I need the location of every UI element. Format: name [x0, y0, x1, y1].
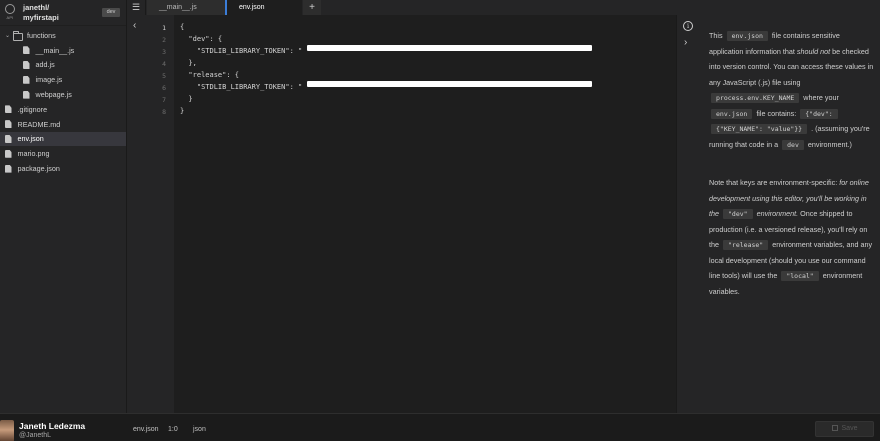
project-user-path: janethl/ — [23, 3, 50, 12]
tree-item-label: image.js — [35, 75, 63, 85]
info-panel: This env.json file contains sensitive ap… — [697, 15, 880, 413]
tree-item-label: webpage.js — [35, 90, 72, 100]
code-chip: dev — [782, 139, 804, 150]
line-number: 6 — [162, 84, 166, 92]
tree-item[interactable]: webpage.js — [0, 87, 126, 102]
bottom-bar: Janeth Ledezma @JanethL env.json 1:0 jso… — [0, 413, 880, 441]
line-number: 8 — [162, 108, 166, 116]
code-chip: {"dev": — [800, 108, 838, 119]
tree-item[interactable]: env.json — [0, 131, 126, 147]
info-paragraph-environments: Note that keys are environment-specific:… — [709, 178, 873, 296]
save-button[interactable]: Save — [815, 421, 874, 437]
file-icon — [23, 60, 30, 69]
status-file: env.json — [133, 426, 159, 433]
file-tree: ⌄ functions __main__.js add.js image.js webpa… — [0, 26, 126, 176]
code-chip: env.json — [711, 108, 753, 119]
tree-item[interactable]: .gitignore — [0, 102, 126, 117]
code-chip: {"KEY_NAME": "value"}} — [711, 124, 808, 134]
api-logo-text: API — [6, 15, 14, 20]
chevron-left-icon[interactable]: ‹ — [133, 20, 136, 31]
file-icon — [5, 164, 12, 173]
code-line: "dev": { — [180, 35, 223, 43]
project-title[interactable]: janethl/ myfirstapi — [23, 3, 59, 23]
status-language[interactable]: json — [193, 426, 206, 433]
tree-item[interactable]: image.js — [0, 72, 126, 87]
file-icon — [23, 90, 30, 99]
tree-item[interactable]: ⌄ functions — [0, 28, 126, 43]
tree-item[interactable]: README.md — [0, 117, 126, 132]
tree-item-label: README.md — [17, 119, 61, 129]
sidebar-header: API janethl/ myfirstapi dev — [0, 0, 126, 26]
tree-item[interactable]: add.js — [0, 58, 126, 73]
tab-strip: ☰ __main__.js env.json + — [127, 0, 880, 15]
code-chip: process.env.KEY_NAME — [711, 93, 800, 103]
project-name: myfirstapi — [23, 13, 59, 22]
tree-item[interactable]: package.json — [0, 161, 126, 176]
code-line: "STDLIB_LIBRARY_TOKEN": " — [180, 83, 303, 91]
line-number-gutter: 1 2 3 4 5 6 7 8 — [146, 15, 174, 413]
chevron-down-icon[interactable]: ⌄ — [5, 32, 10, 39]
tree-item-label: .gitignore — [17, 104, 48, 114]
tree-item-label: mario.png — [17, 149, 50, 159]
code-line: }, — [180, 59, 197, 67]
file-icon — [5, 120, 12, 129]
user-handle: @JanethL — [19, 432, 52, 439]
user-name[interactable]: Janeth Ledezma — [19, 421, 85, 431]
tree-item-label: package.json — [17, 164, 60, 174]
line-number: 5 — [162, 72, 166, 80]
code-chip: "local" — [781, 271, 819, 281]
tree-item-label: __main__.js — [35, 45, 75, 55]
code-chip: "dev" — [723, 209, 753, 219]
tree-item-label: add.js — [35, 60, 55, 70]
tree-item-label: functions — [27, 30, 56, 40]
redacted-dev-token — [307, 45, 592, 51]
line-number: 4 — [162, 60, 166, 68]
code-line: { — [180, 23, 185, 31]
line-number: 3 — [162, 48, 166, 56]
file-list-toggle-icon[interactable]: ☰ — [127, 0, 146, 15]
info-icon[interactable]: i — [683, 21, 693, 31]
line-number: 2 — [162, 36, 166, 44]
chevron-right-icon[interactable]: › — [684, 37, 687, 48]
line-number: 1 — [162, 24, 166, 32]
tab-env-json[interactable]: env.json — [225, 0, 302, 15]
code-editor[interactable]: 1 2 3 4 5 6 7 8 { "dev": { "STDLIB_LIBRARY_TOKE… — [146, 15, 676, 413]
code-line: "release": { — [180, 71, 240, 79]
info-paragraph-env: This env.json file contains sensitive ap… — [709, 31, 874, 150]
tree-item-label: env.json — [17, 134, 44, 144]
code-line: "STDLIB_LIBRARY_TOKEN": " — [180, 47, 303, 55]
avatar[interactable] — [0, 420, 14, 441]
project-sidebar: API janethl/ myfirstapi dev ⌄ functions __… — [0, 0, 127, 413]
tab-main-js[interactable]: __main__.js — [147, 0, 225, 15]
environment-badge[interactable]: dev — [102, 8, 120, 17]
code-line: } — [180, 107, 185, 115]
tree-item[interactable]: __main__.js — [0, 43, 126, 58]
save-label: Save — [841, 425, 858, 432]
file-icon — [23, 75, 30, 84]
file-icon — [5, 134, 12, 143]
redacted-release-token — [307, 81, 592, 87]
code-chip: "release" — [723, 240, 769, 250]
line-number: 7 — [162, 96, 166, 104]
tree-item[interactable]: mario.png — [0, 146, 126, 161]
new-tab-button[interactable]: + — [303, 0, 321, 15]
file-icon — [5, 105, 12, 114]
status-cursor-position: 1:0 — [168, 426, 178, 433]
save-icon — [831, 425, 838, 431]
sidebar-collapse-column: ‹ — [127, 15, 146, 413]
file-icon — [5, 149, 12, 158]
code-chip: env.json — [726, 31, 768, 41]
folder-icon — [13, 31, 23, 41]
file-icon — [23, 46, 30, 55]
api-logo-icon[interactable]: API — [4, 4, 16, 21]
code-line: } — [180, 95, 193, 103]
info-column: i › — [676, 15, 697, 413]
